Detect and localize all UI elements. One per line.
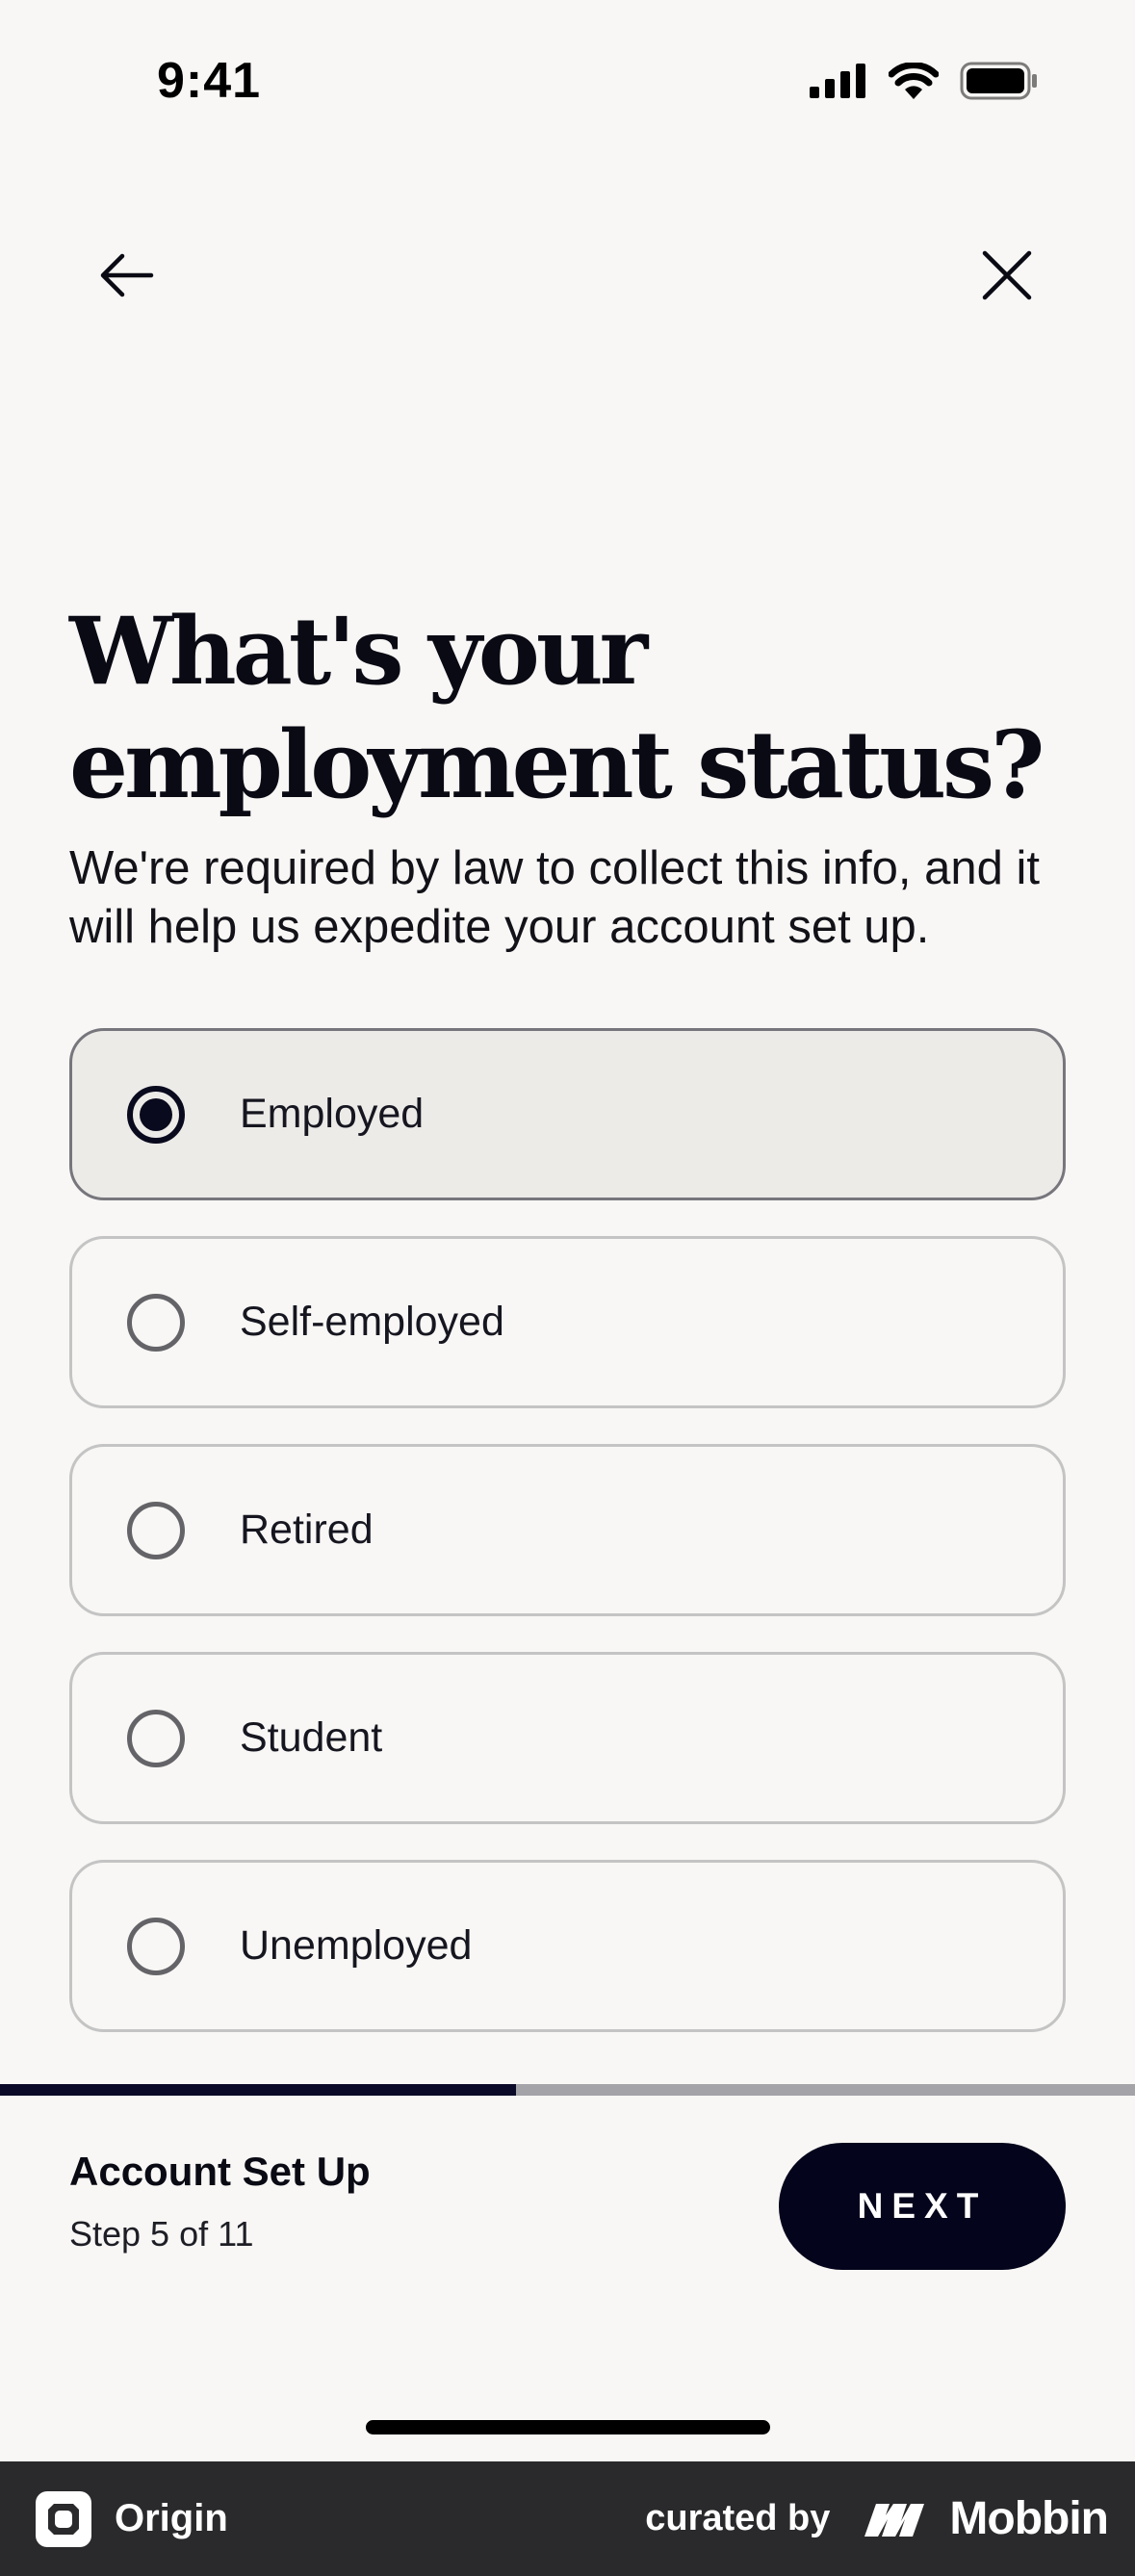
option-employed[interactable]: Employed	[69, 1028, 1066, 1200]
next-button[interactable]: NEXT	[779, 2143, 1066, 2270]
page-title: What's your employment status?	[69, 597, 1045, 819]
option-label: Student	[240, 1714, 383, 1761]
watermark-curated-by: curated by	[645, 2498, 831, 2538]
watermark-bar: Origin curated by Mobbin	[0, 2461, 1135, 2576]
wifi-icon	[889, 63, 939, 99]
mobbin-logo-icon	[864, 2503, 925, 2537]
status-bar: 9:41	[0, 0, 1135, 164]
status-icons	[810, 62, 1039, 100]
radio-selected-icon	[127, 1085, 185, 1144]
footer-title: Account Set Up	[69, 2149, 371, 2194]
option-label: Retired	[240, 1507, 374, 1553]
radio-unselected-icon	[127, 1293, 185, 1352]
footer-step: Step 5 of 11	[69, 2214, 254, 2254]
watermark-app-name: Origin	[115, 2497, 228, 2539]
page-subtitle: We're required by law to collect this in…	[69, 842, 1040, 953]
origin-logo-icon	[36, 2490, 91, 2547]
mobbin-logo: Mobbin	[863, 2492, 1109, 2545]
option-label: Unemployed	[240, 1922, 473, 1969]
close-icon	[982, 250, 1032, 300]
radio-unselected-icon	[127, 1917, 185, 1975]
option-unemployed[interactable]: Unemployed	[69, 1860, 1066, 2032]
radio-unselected-icon	[127, 1501, 185, 1559]
home-indicator	[366, 2420, 770, 2434]
progress-bar	[0, 2084, 1135, 2096]
back-button[interactable]	[91, 241, 161, 310]
watermark-brand: Mobbin	[949, 2493, 1109, 2544]
progress-fill	[0, 2084, 516, 2096]
option-label: Employed	[240, 1091, 425, 1137]
option-label: Self-employed	[240, 1299, 504, 1345]
close-button[interactable]	[972, 241, 1042, 310]
battery-icon	[960, 62, 1037, 100]
employment-options: Employed Self-employed Retired Student U…	[69, 1028, 1066, 2068]
radio-unselected-icon	[127, 1709, 185, 1767]
option-retired[interactable]: Retired	[69, 1444, 1066, 1616]
status-time: 9:41	[157, 53, 262, 109]
arrow-left-icon	[100, 253, 154, 297]
option-self-employed[interactable]: Self-employed	[69, 1236, 1066, 1408]
option-student[interactable]: Student	[69, 1652, 1066, 1824]
cellular-signal-icon	[810, 64, 865, 98]
